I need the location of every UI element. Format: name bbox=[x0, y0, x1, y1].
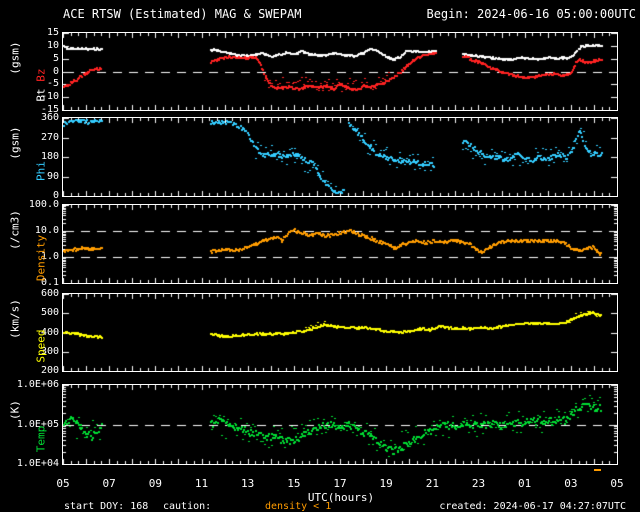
x-tick-label: 05 bbox=[610, 477, 624, 490]
x-tick-label: 15 bbox=[287, 477, 301, 490]
panel-speed bbox=[62, 293, 618, 372]
x-tick-label: 13 bbox=[241, 477, 255, 490]
y-axis-label-part: Phi bbox=[34, 161, 48, 181]
y-axis-unit-density: (/cm3) bbox=[8, 210, 22, 250]
y-axis-unit-speed: (km/s) bbox=[8, 298, 22, 339]
y-tick-label-speed: 200 bbox=[40, 365, 59, 376]
y-axis-unit-phi: (gsm) bbox=[8, 126, 22, 160]
panel-bt-bz bbox=[62, 32, 618, 111]
y-axis-label-density: Density bbox=[35, 235, 48, 281]
y-axis-label-speed: Speed bbox=[35, 330, 48, 363]
y-tick-label-temp: 1.0E+04 bbox=[16, 458, 59, 469]
panel-density bbox=[62, 204, 618, 284]
x-tick-label: 09 bbox=[148, 477, 162, 490]
panel-canvas-temp bbox=[63, 385, 617, 464]
y-tick-label-bt-bz: -5 bbox=[46, 78, 59, 90]
y-axis-label-part: Bz bbox=[34, 68, 48, 83]
panel-temp bbox=[62, 384, 618, 465]
footer-start-doy: start DOY: 168 bbox=[64, 501, 149, 512]
x-tick-label: 03 bbox=[564, 477, 578, 490]
caution-density-mark bbox=[593, 469, 601, 471]
y-axis-label-bt-bz: Bt Bz bbox=[35, 69, 48, 102]
y-axis-label-part: Density bbox=[34, 234, 48, 282]
x-tick-label: 11 bbox=[194, 477, 209, 490]
y-tick-label-bt-bz: 15 bbox=[46, 27, 59, 38]
footer-caution-label: caution: bbox=[163, 501, 212, 512]
y-axis-label-part: Temp bbox=[34, 425, 48, 452]
y-tick-label-bt-bz: -10 bbox=[40, 91, 59, 103]
panel-canvas-density bbox=[63, 205, 617, 283]
x-tick-label: 21 bbox=[425, 477, 439, 490]
y-axis-unit-temp: (K) bbox=[8, 400, 22, 421]
y-tick-label-density: 0.1 bbox=[40, 277, 59, 288]
panel-canvas-phi bbox=[63, 118, 617, 196]
y-tick-label-phi: 360 bbox=[40, 112, 59, 123]
x-tick-label: 17 bbox=[333, 477, 347, 490]
y-axis-unit-bt-bz: (gsm) bbox=[8, 41, 22, 75]
y-tick-label-temp: 1.0E+05 bbox=[16, 418, 59, 430]
y-tick-label-phi: 90 bbox=[46, 170, 59, 182]
y-tick-label-density: 1.0 bbox=[40, 251, 59, 262]
y-axis-label-phi: Phi bbox=[35, 161, 48, 181]
x-tick-label: 07 bbox=[102, 477, 116, 490]
y-tick-label-density: 100.0 bbox=[28, 199, 59, 210]
y-tick-label-speed: 300 bbox=[40, 345, 59, 357]
y-axis-label-part: Speed bbox=[34, 329, 48, 363]
ace-rtsw-plot: ACE RTSW (Estimated) MAG & SWEPAM Begin:… bbox=[0, 0, 640, 512]
x-tick-label: 19 bbox=[379, 477, 393, 490]
y-axis-label-part: Bt bbox=[34, 82, 48, 102]
y-axis-label-temp: Temp bbox=[35, 425, 48, 452]
x-tick-label: 05 bbox=[56, 477, 70, 490]
footer-created-timestamp: created: 2024-06-17 04:27:07UTC bbox=[439, 501, 626, 512]
y-tick-label-temp: 1.0E+06 bbox=[16, 379, 59, 390]
x-tick-label: 23 bbox=[471, 477, 486, 490]
chart-area: 15 10 5 0 -5 -10 -15 (gsm) Bt Bz 360 270 180 90 0 (gsm… bbox=[0, 0, 640, 512]
panel-canvas-speed bbox=[63, 294, 617, 371]
footer-caution-value: density < 1 bbox=[265, 501, 332, 512]
x-tick-label: 01 bbox=[518, 477, 532, 490]
panel-canvas-bt-bz bbox=[63, 33, 617, 110]
panel-phi bbox=[62, 117, 618, 197]
y-tick-label-speed: 600 bbox=[40, 288, 59, 299]
